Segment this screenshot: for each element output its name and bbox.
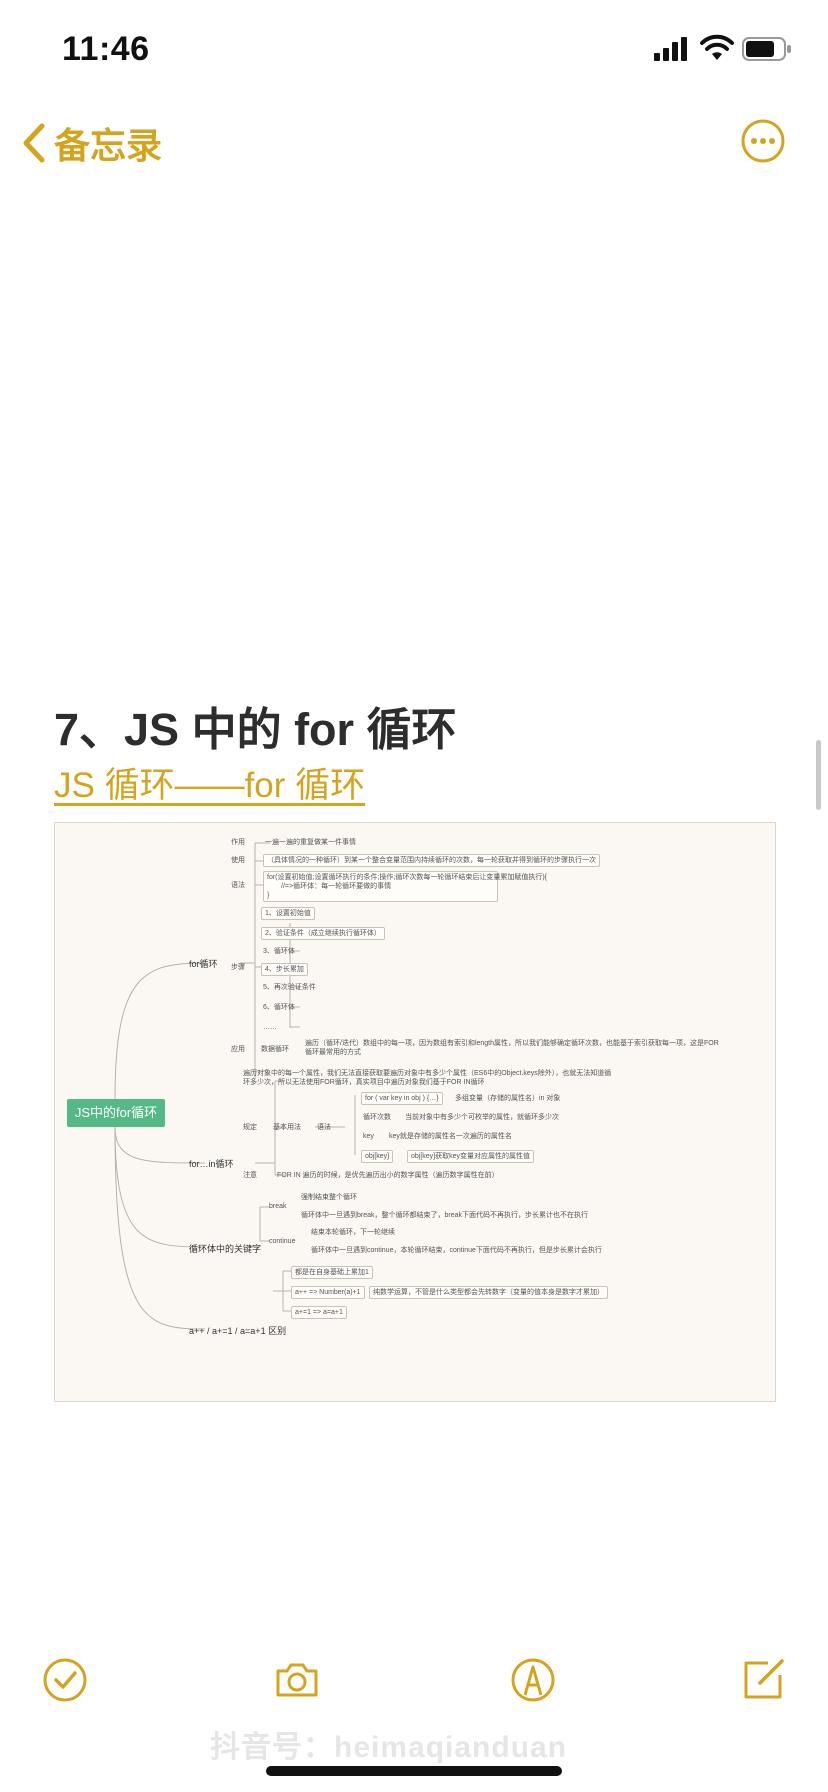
note-heading: 7、JS 中的 for 循环 — [54, 704, 457, 755]
node-continue-line2: 循环体中一旦遇到continue，本轮循环结束，continue下面代码不再执行… — [311, 1247, 602, 1254]
node-forin-objkey-label: obj[key] — [361, 1150, 394, 1163]
node-apply-sub: 数据循环 — [261, 1046, 289, 1053]
node-use-label: 使用 — [231, 857, 245, 864]
node-forin-key-text: key就是存储的属性名一次遍历的属性名 — [389, 1133, 512, 1140]
node-forin-syntax: for ( var key in obj ) {…} — [361, 1092, 443, 1105]
node-break-line1: 强制结束整个循环 — [301, 1194, 357, 1201]
step-item: …… — [263, 1024, 277, 1031]
home-indicator[interactable] — [266, 1766, 562, 1776]
node-apply-text: 遍历（循环/迭代）数组中的每一项，因为数组有索引和length属性，所以我们能够… — [305, 1040, 719, 1056]
node-forin-count-text: 当前对象中有多少个可枚举的属性，就循环多少次 — [405, 1114, 559, 1121]
branch-for-loop: for循环 — [189, 959, 218, 969]
mindmap-image: JS中的for循环 for循环 for…in循环 循环体中的关键字 a++ / … — [54, 822, 776, 1402]
node-break-label: break — [269, 1203, 287, 1210]
step-item: 4、步长累加 — [261, 963, 308, 976]
node-inc-line2: a++ => Number(a)+1 — [291, 1286, 365, 1299]
note-link[interactable]: JS 循环——for 循环 — [54, 757, 365, 808]
step-item: 1、设置初始值 — [261, 907, 315, 920]
node-forin-syntax-note: 多组变量（存储的属性名）in 对象 — [455, 1095, 561, 1102]
node-forin-objkey-text: obj[key]获取key变量对应属性的属性值 — [407, 1150, 535, 1163]
node-break-line2: 循环体中一旦遇到break，整个循环都结束了，break下面代码不再执行，步长累… — [301, 1212, 589, 1219]
navigation-bar: 备忘录 — [0, 100, 828, 184]
node-use-text: （具体情况的一种循环）到某一个整合变量范围内持续循环的次数，每一轮获取并得到循环… — [263, 854, 600, 867]
node-forin-key-label: key — [363, 1133, 374, 1140]
more-options-icon[interactable] — [740, 118, 786, 164]
status-bar: 11:46 — [0, 0, 828, 100]
node-forin-note-label: 注意 — [243, 1172, 257, 1179]
node-steps-label: 步骤 — [231, 964, 245, 971]
step-item: 6、循环体 — [263, 1004, 295, 1011]
bottom-toolbar — [0, 1640, 828, 1720]
checklist-icon[interactable] — [40, 1655, 90, 1705]
node-forin-syntax-label: 语法 — [317, 1124, 331, 1131]
node-apply-label: 应用 — [231, 1046, 245, 1053]
watermark: 抖音号：heimaqianduan — [210, 1731, 568, 1764]
battery-icon — [742, 37, 791, 61]
node-inc-line3: a+=1 => a=a+1 — [291, 1306, 347, 1319]
node-syntax-block: for(设置初始值;设置循环执行的条件;操作;循环次数每一轮循环结束后让变量累加… — [263, 871, 548, 902]
node-forin-note-text: FOR IN 遍历的时候，是优先遍历出小的数字属性（遍历数字属性在前） — [277, 1172, 499, 1179]
camera-icon[interactable] — [272, 1655, 322, 1705]
syntax-line-1: for(设置初始值;设置循环执行的条件;操作;循环次数每一轮循环结束后让变量累加… — [267, 874, 548, 881]
syntax-line-3: } — [267, 892, 270, 899]
node-usage-label: 作用 — [231, 839, 245, 846]
branch-for-in: for…in循环 — [189, 1159, 234, 1169]
markup-pen-icon[interactable] — [508, 1655, 558, 1705]
compose-icon[interactable] — [738, 1655, 788, 1705]
scroll-indicator[interactable] — [816, 740, 821, 810]
branch-keywords: 循环体中的关键字 — [189, 1244, 262, 1254]
node-usage-text: 一遍一遍的重复做某一件事情 — [265, 839, 356, 846]
node-forin-rule: 规定 — [243, 1124, 257, 1131]
back-button[interactable]: 备忘录 — [22, 118, 162, 168]
cellular-signal-icon — [654, 37, 687, 61]
node-forin-count-label: 循环次数 — [363, 1114, 391, 1121]
node-forin-intro: 遍历对象中的每一个属性，我们无法直接获取要遍历对象中有多少个属性（ES6中的Ob… — [243, 1070, 612, 1086]
step-item: 2、验证条件（成立继续执行循环体） — [261, 927, 385, 940]
mindmap-root-node: JS中的for循环 — [67, 1099, 165, 1127]
back-label: 备忘录 — [54, 125, 163, 166]
step-item: 3、循环体 — [263, 948, 295, 955]
node-inc-line2-note: 纯数学运算，不管是什么类型都会先转数字（变量的值本身是数字才累加） — [369, 1286, 608, 1299]
node-forin-basic: 基本用法 — [273, 1124, 301, 1131]
step-item: 5、再次验证条件 — [263, 984, 316, 991]
node-continue-line1: 结束本轮循环，下一轮继续 — [311, 1229, 395, 1236]
node-syntax-label: 语法 — [231, 882, 245, 889]
wifi-icon — [700, 34, 734, 60]
branch-increment: a++ / a+=1 / a=a+1 区别 — [189, 1326, 287, 1336]
node-continue-label: continue — [269, 1238, 296, 1245]
syntax-line-2: //=>循环体：每一轮循环要做的事情 — [281, 883, 392, 890]
chevron-left-icon — [23, 123, 45, 163]
node-inc-line1: 都是在自身基础上累加1 — [291, 1266, 373, 1279]
status-time: 11:46 — [62, 30, 150, 68]
